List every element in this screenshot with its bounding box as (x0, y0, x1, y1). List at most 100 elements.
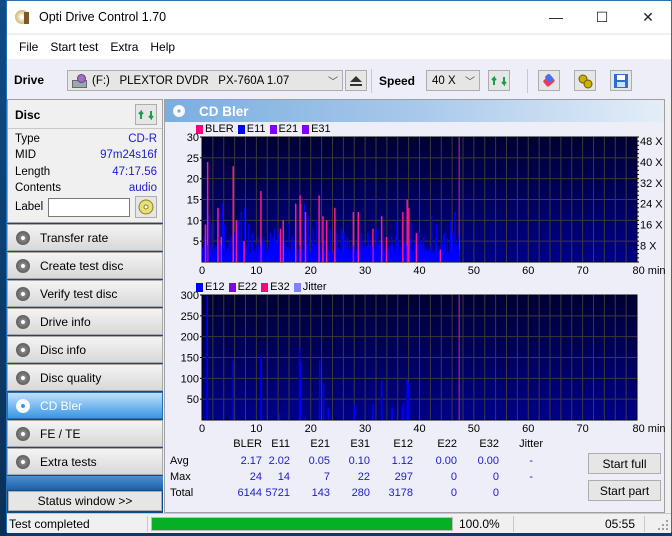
disc-label-input[interactable] (48, 198, 130, 217)
x-tick-label: 50 (468, 423, 480, 435)
menu-help[interactable]: Help (144, 40, 181, 54)
disc-label-button[interactable] (135, 196, 157, 218)
drive-select[interactable]: (F:) PLEXTOR DVDR PX-760A 1.07 ﹀ (67, 70, 343, 91)
bler-bar (204, 224, 207, 262)
y-tick-label: 250 (181, 311, 199, 323)
status-window-button[interactable]: Status window >> (8, 491, 162, 511)
refresh-icon (491, 75, 507, 86)
nav-cd-bler[interactable]: CD Bler (7, 392, 163, 419)
e11-peak (340, 228, 343, 262)
e11-peak (422, 237, 425, 262)
stats-value: 280 (351, 487, 370, 499)
x-tick-label: 40 (413, 265, 425, 277)
e11-peak (454, 212, 456, 262)
nav-verify-test-disc[interactable]: Verify test disc (7, 280, 163, 307)
stats-value: 0 (492, 471, 499, 483)
drive-icon (72, 73, 88, 88)
e12-bar (372, 404, 374, 420)
speed-tick-label: 48 X (640, 136, 663, 148)
resize-grip-icon[interactable] (658, 520, 668, 530)
stats-row-label: Avg (170, 455, 189, 467)
e11-peak (457, 237, 460, 262)
stats-value: 0.10 (348, 455, 370, 467)
menu-extra[interactable]: Extra (104, 40, 144, 54)
settings-button[interactable] (574, 70, 596, 91)
bler-bar (232, 166, 234, 262)
app-window: Opti Drive Control 1.70 — ☐ ✕ File Start… (6, 0, 672, 533)
nav-disc-info[interactable]: Disc info (7, 336, 163, 363)
nav-disc-quality[interactable]: Disc quality (7, 364, 163, 391)
e12-bar (278, 413, 281, 420)
e21-bar (352, 245, 354, 262)
y-tick-label: 50 (187, 394, 199, 406)
x-tick-label: 0 (199, 423, 205, 435)
y-tick-label: 150 (181, 353, 199, 365)
stats-column-header: Jitter (519, 438, 543, 450)
elapsed-time: 05:55 (605, 517, 636, 531)
stats-value: 2.02 (268, 455, 290, 467)
y-tick-label: 30 (187, 132, 199, 144)
nav-label: CD Bler (40, 398, 83, 413)
bler-bar (408, 207, 410, 262)
disc-length-value: 47:17.56 (112, 166, 157, 178)
disc-info-icon (16, 342, 30, 357)
bler-bar (325, 220, 328, 262)
y-tick-label: 15 (187, 195, 199, 207)
start-part-button[interactable]: Start part (588, 480, 661, 501)
bler-bar (243, 241, 245, 262)
stats-value: 14 (277, 471, 290, 483)
menu-file[interactable]: File (13, 40, 44, 54)
refresh-speed-button[interactable] (488, 70, 510, 91)
save-button[interactable] (610, 70, 632, 91)
nav-drive-info[interactable]: Drive info (7, 308, 163, 335)
menu-start-test[interactable]: Start test (44, 40, 104, 54)
eject-button[interactable] (345, 70, 367, 91)
e21-bar (406, 245, 408, 262)
nav-fe-te[interactable]: FE / TE (7, 420, 163, 447)
nav-label: Disc info (40, 342, 87, 357)
status-divider (513, 516, 514, 532)
x-tick-label: 40 (413, 423, 425, 435)
x-tick-label: 20 (305, 423, 317, 435)
title-bar: Opti Drive Control 1.70 — ☐ ✕ (7, 1, 671, 33)
stats-value: - (529, 455, 533, 467)
y-tick-label: 25 (187, 153, 199, 165)
toolbar-divider (527, 69, 528, 93)
e12-bar (318, 360, 321, 420)
nav-transfer-rate[interactable]: Transfer rate (7, 224, 163, 251)
x-tick-label: 70 (577, 423, 589, 435)
bler-bar (415, 232, 418, 262)
disc-refresh-button[interactable] (135, 104, 157, 125)
drive-info-icon (16, 314, 30, 329)
stats-value: 0 (450, 471, 457, 483)
y-tick-label: 300 (181, 290, 199, 302)
speed-tick-label: 24 X (640, 199, 663, 211)
settings-icon (578, 74, 593, 88)
e12-bar (299, 361, 302, 420)
x-tick-label: 30 (359, 423, 371, 435)
bler-bar (217, 207, 219, 262)
close-button[interactable]: ✕ (625, 1, 671, 33)
cd-bler-icon (16, 398, 30, 413)
minimize-button[interactable]: — (533, 1, 579, 33)
e11-peak (367, 232, 369, 262)
e11-peak (240, 212, 243, 262)
disc-type-value: CD-R (128, 133, 157, 145)
stats-value: 22 (357, 471, 370, 483)
e21-bar (299, 245, 301, 262)
start-full-button[interactable]: Start full (588, 453, 661, 474)
erase-button[interactable] (538, 70, 560, 91)
nav-extra-tests[interactable]: Extra tests (7, 448, 163, 475)
nav-create-test-disc[interactable]: Create test disc (7, 252, 163, 279)
stats-value: 0.00 (435, 455, 457, 467)
save-icon (614, 73, 628, 88)
e11-peak (449, 220, 452, 262)
speed-label: Speed (379, 74, 416, 88)
maximize-button[interactable]: ☐ (579, 1, 625, 33)
e11-peak (247, 224, 250, 262)
stats-row-label: Total (170, 487, 194, 499)
create-disc-icon (16, 258, 30, 273)
e11-peak (273, 228, 276, 262)
speed-select[interactable]: 40 X ﹀ (426, 70, 480, 91)
e12-bar (232, 360, 235, 420)
